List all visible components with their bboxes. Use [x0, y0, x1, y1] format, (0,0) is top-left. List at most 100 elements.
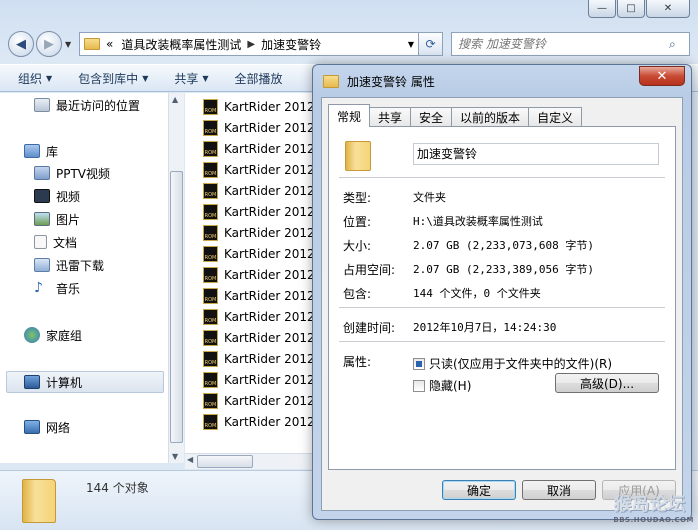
tab-general[interactable]: 常规 — [328, 104, 371, 127]
file-list-item[interactable]: KartRider 2012- — [203, 391, 315, 411]
file-list-item[interactable]: KartRider 2012- — [203, 160, 315, 180]
scrollbar-thumb[interactable] — [170, 171, 183, 443]
search-icon[interactable]: ⌕ — [669, 37, 689, 52]
tab-previous-versions[interactable]: 以前的版本 — [451, 107, 530, 127]
file-list-item[interactable]: KartRider 2012- — [203, 202, 315, 222]
attributes-label: 属性: — [343, 355, 372, 369]
navigation-scrollbar[interactable]: ▲ ▼ — [168, 93, 184, 463]
ok-button[interactable]: 确定 — [442, 480, 516, 500]
file-list-item[interactable]: KartRider 2012- — [203, 181, 315, 201]
sidebar-item-label: 最近访问的位置 — [56, 98, 141, 113]
sidebar-item-pptv-video[interactable]: PPTV视频 — [34, 163, 110, 183]
address-bar[interactable]: « 道具改装概率属性测试 ▶ 加速变警铃 ▼ — [79, 32, 419, 56]
file-name: KartRider 2012- — [224, 247, 315, 261]
sidebar-item-documents[interactable]: 文档 — [34, 232, 77, 252]
advanced-button[interactable]: 高级(D)... — [555, 373, 659, 393]
sidebar-item-computer[interactable]: 计算机 — [24, 372, 82, 392]
sidebar-item-videos[interactable]: 视频 — [34, 186, 80, 206]
rom-file-icon — [203, 372, 218, 388]
file-list-item[interactable]: KartRider 2012- — [203, 223, 315, 243]
location-label: 位置: — [343, 215, 372, 229]
play-all-button[interactable]: 全部播放 — [235, 70, 283, 87]
sidebar-item-label: 迅雷下载 — [56, 258, 105, 273]
include-in-library-menu[interactable]: 包含到库中 ▼ — [78, 70, 148, 87]
scroll-up-icon[interactable]: ▲ — [172, 95, 178, 104]
video-library-icon — [34, 166, 50, 180]
file-list-item[interactable]: KartRider 2012- — [203, 118, 315, 138]
scroll-down-icon[interactable]: ▼ — [172, 452, 178, 461]
maximize-button[interactable]: □ — [617, 0, 645, 18]
readonly-checkbox[interactable]: 只读(仅应用于文件夹中的文件)(R) — [413, 355, 612, 372]
file-list-item[interactable]: KartRider 2012- — [203, 349, 315, 369]
sidebar-item-music[interactable]: ♪ 音乐 — [34, 278, 80, 298]
sidebar-item-thunder-downloads[interactable]: 迅雷下载 — [34, 255, 104, 275]
checkbox-icon[interactable] — [413, 379, 425, 392]
file-list-item[interactable]: KartRider 2012- — [203, 307, 315, 327]
file-list-item[interactable]: KartRider 2012- — [203, 139, 315, 159]
recent-pages-dropdown[interactable]: ▼ — [65, 40, 75, 49]
scrollbar-thumb[interactable] — [197, 455, 253, 468]
tab-customize[interactable]: 自定义 — [528, 107, 583, 127]
share-menu[interactable]: 共享 ▼ — [174, 70, 208, 87]
sidebar-item-recent-places[interactable]: 最近访问的位置 — [34, 95, 140, 115]
close-icon: ✕ — [656, 68, 668, 84]
file-name: KartRider 2012- — [224, 310, 315, 324]
file-list-item[interactable]: KartRider 2012- — [203, 265, 315, 285]
forward-button[interactable]: ▶ — [36, 31, 62, 57]
breadcrumb-separator-icon[interactable]: ▶ — [247, 39, 255, 50]
rom-file-icon — [203, 162, 218, 178]
rom-file-icon — [203, 393, 218, 409]
divider — [339, 177, 665, 178]
rom-file-icon — [203, 288, 218, 304]
sidebar-item-label: 文档 — [53, 235, 78, 250]
file-list-item[interactable]: KartRider 2012- — [203, 370, 315, 390]
minimize-button[interactable]: — — [588, 0, 616, 18]
contains-label: 包含: — [343, 287, 372, 301]
homegroup-icon — [24, 327, 40, 343]
sidebar-item-pictures[interactable]: 图片 — [34, 209, 80, 229]
sidebar-item-libraries[interactable]: 库 — [24, 141, 58, 161]
properties-dialog: 加速变警铃 属性 ✕ 常规 共享 安全 以前的版本 自定义 加速变警铃 类型: … — [312, 64, 692, 520]
download-icon — [34, 258, 50, 272]
sidebar-item-network[interactable]: 网络 — [24, 417, 70, 437]
file-list-item[interactable]: KartRider 2012- — [203, 286, 315, 306]
navigation-pane: 最近访问的位置 库 PPTV视频 视频 图片 文档 迅雷下载 ♪ 音乐 家庭组 … — [0, 93, 168, 463]
chevron-down-icon: ▼ — [46, 73, 53, 83]
dialog-title: 加速变警铃 属性 — [347, 75, 435, 89]
object-count: 144 个对象 — [86, 481, 149, 495]
indeterminate-checkbox-icon[interactable] — [413, 357, 425, 370]
breadcrumb-item[interactable]: 加速变警铃 — [261, 36, 321, 53]
hidden-checkbox[interactable]: 隐藏(H) — [413, 377, 471, 394]
breadcrumb-item[interactable]: 道具改装概率属性测试 — [121, 36, 241, 53]
file-name: KartRider 2012- — [224, 415, 315, 429]
breadcrumb-overflow[interactable]: « — [106, 37, 113, 51]
file-name: KartRider 2012- — [224, 142, 315, 156]
navigation-bar: ◀ ▶ ▼ « 道具改装概率属性测试 ▶ 加速变警铃 ▼ ⟳ ⌕ — [8, 30, 690, 58]
file-list-item[interactable]: KartRider 2012- — [203, 97, 315, 117]
back-button[interactable]: ◀ — [8, 31, 34, 57]
folder-name-field[interactable]: 加速变警铃 — [413, 143, 659, 165]
search-input[interactable] — [458, 37, 669, 51]
sidebar-item-homegroup[interactable]: 家庭组 — [24, 325, 82, 345]
tab-sharing[interactable]: 共享 — [369, 107, 412, 127]
type-value: 文件夹 — [413, 191, 446, 204]
file-list-hscrollbar[interactable]: ◀ — [185, 453, 315, 469]
scroll-left-icon[interactable]: ◀ — [187, 455, 193, 464]
rom-file-icon — [203, 246, 218, 262]
address-dropdown-icon[interactable]: ▼ — [408, 40, 414, 49]
refresh-button[interactable]: ⟳ — [419, 32, 443, 56]
refresh-icon: ⟳ — [425, 37, 436, 51]
organize-menu[interactable]: 组织 ▼ — [18, 70, 52, 87]
file-list-item[interactable]: KartRider 2012- — [203, 412, 315, 432]
file-list-item[interactable]: KartRider 2012- — [203, 244, 315, 264]
network-icon — [24, 420, 40, 434]
cancel-button[interactable]: 取消 — [522, 480, 596, 500]
file-name: KartRider 2012- — [224, 205, 315, 219]
dialog-close-button[interactable]: ✕ — [639, 66, 685, 86]
close-button[interactable]: ✕ — [646, 0, 690, 18]
file-list-item[interactable]: KartRider 2012- — [203, 328, 315, 348]
rom-file-icon — [203, 351, 218, 367]
tab-security[interactable]: 安全 — [410, 107, 453, 127]
file-name: KartRider 2012- — [224, 373, 315, 387]
dialog-title-bar: 加速变警铃 属性 — [323, 73, 435, 90]
